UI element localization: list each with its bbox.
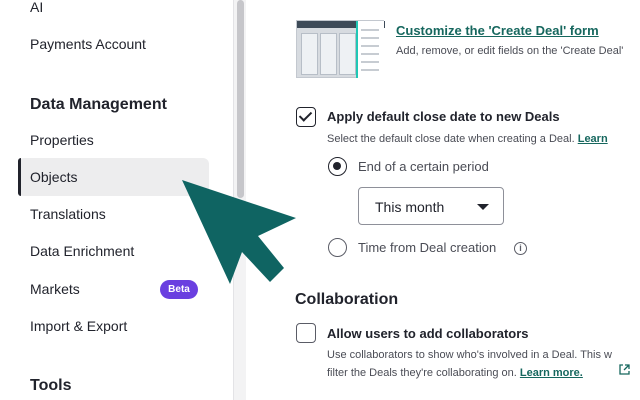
default-close-date-label: Apply default close date to new Deals [327,109,560,124]
learn-link[interactable]: Learn [578,133,608,145]
allow-collaborators-checkbox[interactable] [296,323,316,343]
arrow-cursor-icon [182,180,296,284]
sidebar-item-label: Objects [30,169,78,185]
sidebar-scrollbar-thumb[interactable] [237,0,244,198]
sidebar-item-label: Import & Export [30,318,128,334]
create-deal-form-description: Add, remove, or edit fields on the 'Crea… [396,45,624,57]
external-link-icon[interactable] [619,364,630,375]
customize-create-deal-form-link[interactable]: Customize the 'Create Deal' form [396,23,599,38]
collaborators-helper-line1: Use collaborators to show who's involved… [327,349,612,361]
learn-more-link[interactable]: Learn more. [520,367,583,379]
sidebar-item-import-export[interactable]: Import & Export [18,307,209,345]
settings-main-panel: Customize the 'Create Deal' form Add, re… [246,0,640,400]
sidebar-item-label: Markets [30,281,80,297]
default-close-date-helper: Select the default close date when creat… [327,133,608,145]
sidebar-item-properties[interactable]: Properties [18,121,209,159]
chevron-down-icon [477,204,489,210]
section-heading-data-management: Data Management [30,96,167,113]
sidebar-item-label: Translations [30,206,106,222]
default-close-date-checkbox[interactable] [296,107,316,127]
sidebar-item-ai[interactable]: AI [18,0,209,26]
create-deal-form-thumbnail [296,20,385,78]
section-heading-tools: Tools [30,377,72,394]
radio-time-from-creation[interactable] [328,238,347,257]
collaborators-helper-line2: filter the Deals they're collaborating o… [327,367,583,379]
sidebar-item-payments-account[interactable]: Payments Account [18,25,209,63]
info-icon[interactable]: i [514,242,527,255]
sidebar-item-label: Payments Account [30,36,146,52]
allow-collaborators-label: Allow users to add collaborators [327,326,529,341]
collaboration-heading: Collaboration [295,291,399,308]
sidebar-item-label: Properties [30,132,94,148]
period-select[interactable]: This month [358,187,504,225]
sidebar-item-label: AI [30,0,44,15]
radio-time-from-creation-label: Time from Deal creation [358,240,497,255]
period-select-value: This month [375,199,445,215]
radio-end-of-period[interactable] [328,157,347,176]
sidebar-item-label: Data Enrichment [30,243,135,259]
radio-end-of-period-label: End of a certain period [358,159,489,174]
checkmark-icon [298,108,313,122]
